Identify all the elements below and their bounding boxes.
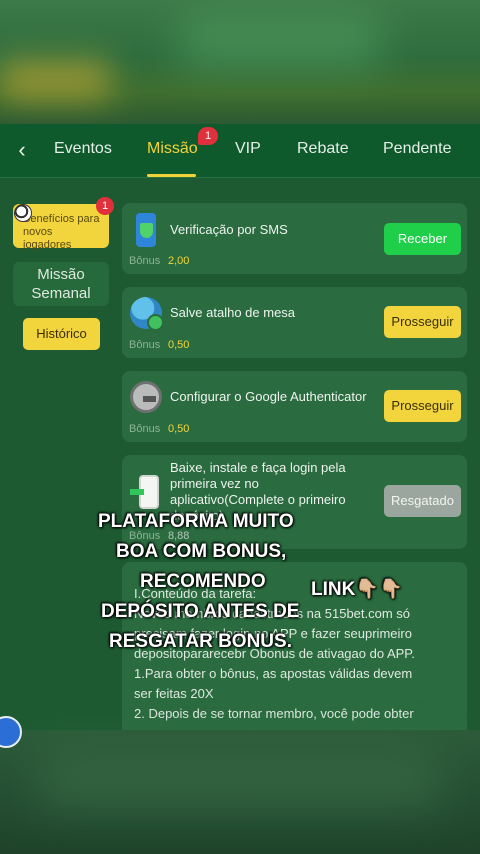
globe-icon: [130, 297, 164, 331]
bonus-value: 0,50: [168, 339, 190, 351]
blurred-background-bottom: [0, 730, 480, 854]
description-line: 1.Para obter o bônus, as apostas válidas…: [134, 666, 413, 681]
task-card: Verificação por SMS Bônus 2,00 Receber: [122, 203, 467, 274]
tab-notification-badge: 1: [198, 127, 218, 145]
soccer-ball-icon: [14, 204, 32, 222]
description-line: 2. Depois de se tornar membro, você pode…: [134, 706, 414, 721]
claimed-button: Resgatado: [384, 485, 461, 517]
blurred-background-top: [0, 0, 480, 124]
task-card: Baixe, instale e faça login pela primeir…: [122, 455, 467, 549]
receive-button[interactable]: Receber: [384, 223, 461, 255]
tab-rebate[interactable]: Rebate: [297, 124, 349, 178]
bonus-label: Bônus: [129, 339, 161, 351]
tab-navbar: ‹ Eventos Missão VIP Rebate Pendente: [0, 124, 480, 178]
task-title: Verificação por SMS: [170, 222, 288, 237]
authenticator-icon: [130, 381, 162, 413]
overlay-caption: DEPÓSITO ANTES DE: [101, 601, 300, 622]
task-title: Configurar o Google Authenticator: [170, 389, 367, 404]
task-card: Configurar o Google Authenticator Bônus …: [122, 371, 467, 442]
tab-missao[interactable]: Missão: [147, 124, 198, 178]
proceed-button[interactable]: Prosseguir: [384, 306, 461, 338]
sidebar-weekly-label: Missão Semanal: [31, 266, 91, 302]
overlay-caption: RESGATAR BONUS.: [109, 631, 292, 652]
overlay-link-caption: LINK👇🏼👇🏼: [311, 579, 403, 600]
description-line: ser feitas 20X: [134, 686, 214, 701]
overlay-caption: RECOMENDO: [140, 571, 266, 592]
task-card: Salve atalho de mesa Bônus 0,50 Prossegu…: [122, 287, 467, 358]
proceed-button[interactable]: Prosseguir: [384, 390, 461, 422]
task-title: Salve atalho de mesa: [170, 305, 296, 320]
sms-shield-icon: [130, 213, 162, 247]
sidebar-notification-badge: 1: [96, 197, 114, 215]
sidebar-item-weekly-mission[interactable]: Missão Semanal: [13, 262, 109, 306]
bonus-value: 0,50: [168, 423, 190, 435]
tab-pendente[interactable]: Pendente: [383, 124, 452, 178]
overlay-caption: BOA COM BONUS,: [116, 541, 287, 562]
bonus-label: Bônus: [129, 255, 161, 267]
bonus-value: 2,00: [168, 255, 190, 267]
overlay-caption: PLATAFORMA MUITO: [98, 511, 294, 532]
bonus-label: Bônus: [129, 423, 161, 435]
download-phone-icon: [130, 475, 162, 509]
tab-eventos[interactable]: Eventos: [54, 124, 112, 178]
tab-vip[interactable]: VIP: [235, 124, 261, 178]
sidebar-benefit-label: Benefícios para novos jogadores: [23, 213, 100, 251]
history-button[interactable]: Histórico: [23, 318, 100, 350]
chevron-left-icon[interactable]: ‹: [10, 136, 34, 164]
